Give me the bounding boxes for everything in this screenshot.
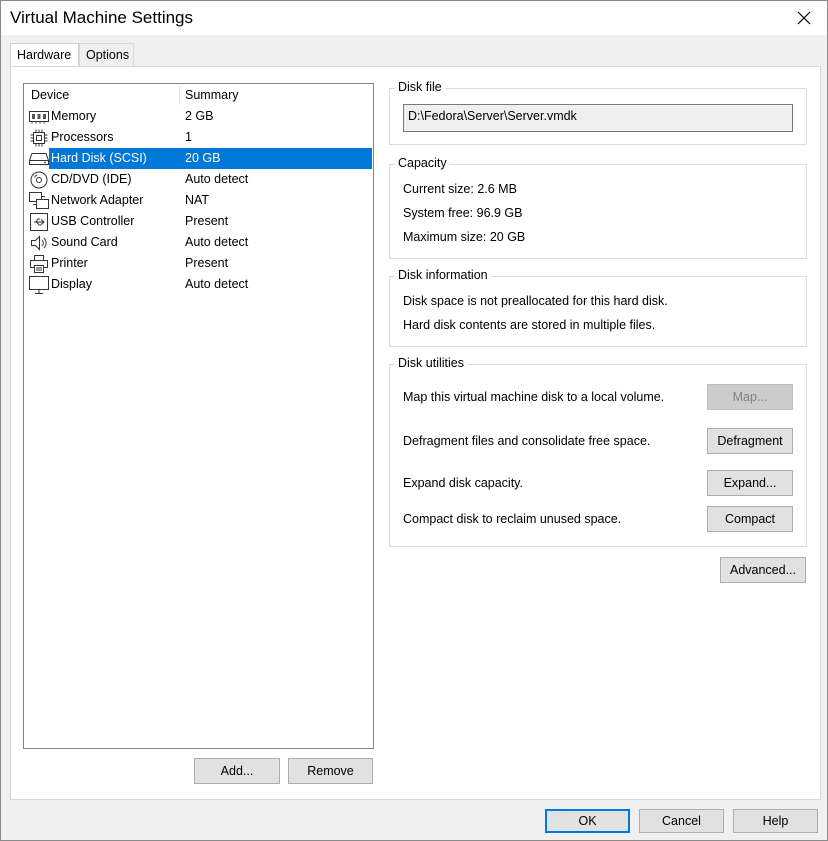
monitor-icon xyxy=(29,275,49,294)
disk-file-group: Disk file D:\Fedora\Server\Server.vmdk xyxy=(389,80,807,145)
device-summary: 1 xyxy=(185,130,192,144)
speaker-icon xyxy=(29,234,49,251)
disk-utilities-group: Disk utilities Map this virtual machine … xyxy=(389,356,807,547)
device-row-cd-dvd[interactable]: CD/DVD (IDE) Auto detect xyxy=(24,169,373,190)
compact-button[interactable]: Compact xyxy=(707,506,793,532)
add-hardware-button[interactable]: Add... xyxy=(194,758,280,784)
map-button[interactable]: Map... xyxy=(707,384,793,410)
device-name: Memory xyxy=(51,109,97,123)
device-summary: Auto detect xyxy=(185,235,249,249)
device-name: Display xyxy=(51,277,92,291)
tab-hardware[interactable]: Hardware xyxy=(10,43,79,68)
defragment-button[interactable]: Defragment xyxy=(707,428,793,454)
device-summary: NAT xyxy=(185,193,210,207)
processor-icon xyxy=(29,129,49,146)
capacity-group: Capacity Current size: 2.6 MB System fre… xyxy=(389,156,807,259)
disk-file-path-field[interactable]: D:\Fedora\Server\Server.vmdk xyxy=(403,104,793,132)
close-icon xyxy=(797,11,811,25)
device-name: Sound Card xyxy=(51,235,118,249)
device-row-printer[interactable]: Printer Present xyxy=(24,253,373,274)
device-name: Network Adapter xyxy=(51,193,144,207)
disk-information-group: Disk information Disk space is not preal… xyxy=(389,268,807,347)
settings-window: Virtual Machine Settings Hardware Option… xyxy=(0,0,828,841)
tab-options[interactable]: Options xyxy=(79,43,134,67)
expand-description: Expand disk capacity. xyxy=(403,476,523,490)
column-divider[interactable] xyxy=(179,86,180,105)
defragment-description: Defragment files and consolidate free sp… xyxy=(403,434,651,448)
device-row-hard-disk[interactable]: Hard Disk (SCSI) 20 GB xyxy=(24,148,373,169)
device-summary: Present xyxy=(185,256,229,270)
help-button[interactable]: Help xyxy=(733,809,818,833)
hard-disk-icon xyxy=(29,150,49,167)
remove-hardware-button[interactable]: Remove xyxy=(288,758,373,784)
disk-file-title: Disk file xyxy=(395,80,445,94)
disk-utilities-title: Disk utilities xyxy=(395,356,467,370)
memory-icon xyxy=(29,108,49,125)
device-summary: 2 GB xyxy=(185,109,214,123)
device-summary: Auto detect xyxy=(185,277,249,291)
device-row-processors[interactable]: Processors 1 xyxy=(24,127,373,148)
cancel-button[interactable]: Cancel xyxy=(639,809,724,833)
device-summary: Auto detect xyxy=(185,172,249,186)
device-summary: Present xyxy=(185,214,229,228)
device-list[interactable]: Device Summary Memory 2 GB Processors 1 … xyxy=(23,83,374,749)
column-header-device[interactable]: Device xyxy=(31,88,69,102)
window-title: Virtual Machine Settings xyxy=(10,8,194,27)
device-name: Printer xyxy=(51,256,88,270)
device-list-header: Device Summary xyxy=(24,84,373,106)
device-name: USB Controller xyxy=(51,214,135,228)
network-adapter-icon xyxy=(29,191,49,209)
expand-button[interactable]: Expand... xyxy=(707,470,793,496)
device-name: Processors xyxy=(51,130,114,144)
cd-dvd-icon xyxy=(29,171,49,188)
disk-information-title: Disk information xyxy=(395,268,491,282)
preallocation-info: Disk space is not preallocated for this … xyxy=(403,294,668,308)
device-row-network-adapter[interactable]: Network Adapter NAT xyxy=(24,190,373,211)
device-name: CD/DVD (IDE) xyxy=(51,172,132,186)
device-row-display[interactable]: Display Auto detect xyxy=(24,274,373,295)
device-summary: 20 GB xyxy=(185,151,221,165)
device-name: Hard Disk (SCSI) xyxy=(51,151,147,165)
capacity-title: Capacity xyxy=(395,156,450,170)
printer-icon xyxy=(29,254,49,273)
compact-description: Compact disk to reclaim unused space. xyxy=(403,512,622,526)
maximum-size-label: Maximum size: 20 GB xyxy=(403,230,526,244)
device-row-memory[interactable]: Memory 2 GB xyxy=(24,106,373,127)
multiple-files-info: Hard disk contents are stored in multipl… xyxy=(403,318,656,332)
system-free-label: System free: 96.9 GB xyxy=(403,206,523,220)
title-bar[interactable]: Virtual Machine Settings xyxy=(1,1,827,35)
usb-icon xyxy=(29,212,49,231)
advanced-button[interactable]: Advanced... xyxy=(720,557,806,583)
map-description: Map this virtual machine disk to a local… xyxy=(403,390,665,404)
ok-button[interactable]: OK xyxy=(545,809,630,833)
current-size-label: Current size: 2.6 MB xyxy=(403,182,517,196)
device-row-usb-controller[interactable]: USB Controller Present xyxy=(24,211,373,232)
column-header-summary[interactable]: Summary xyxy=(185,88,238,102)
close-button[interactable] xyxy=(781,1,827,35)
device-row-sound-card[interactable]: Sound Card Auto detect xyxy=(24,232,373,253)
